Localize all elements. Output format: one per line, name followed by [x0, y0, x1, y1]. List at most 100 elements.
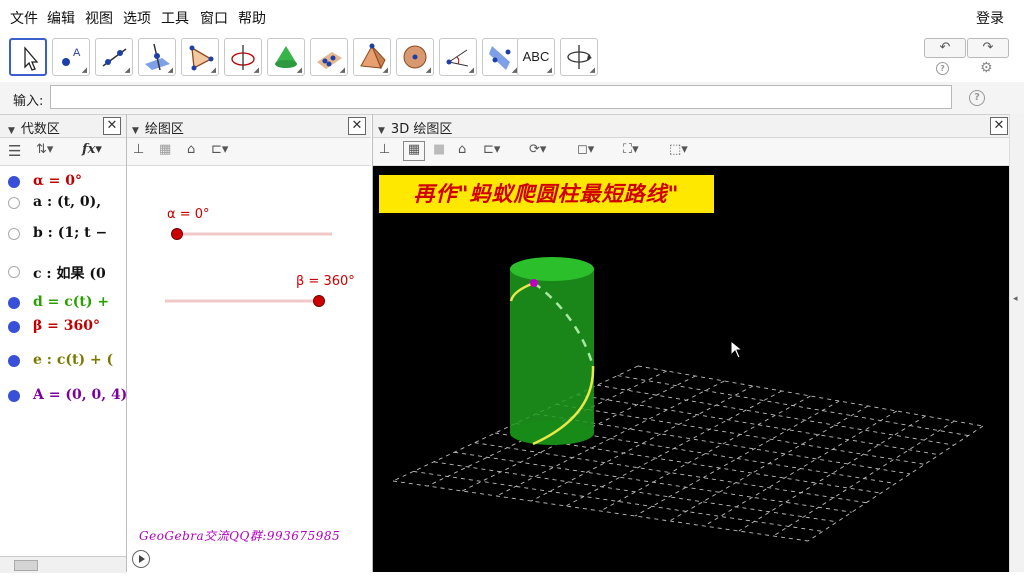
grid-line: [392, 480, 809, 542]
play-animation-button[interactable]: [132, 550, 150, 568]
watermark-text: GeoGebra交流QQ群:993675985: [139, 529, 341, 543]
collapse-triangle-icon[interactable]: ▼: [378, 126, 385, 136]
grid-toggle-icon[interactable]: ▦: [159, 142, 171, 162]
circle-axis-tool-button[interactable]: ◢: [224, 38, 262, 76]
plane-toggle-icon[interactable]: ■: [433, 142, 445, 162]
algebra-row-text: β = 360°: [33, 318, 100, 334]
command-input[interactable]: [50, 85, 952, 109]
cylinder-top: [510, 257, 594, 281]
plane-tool-button[interactable]: ◢: [310, 38, 348, 76]
toolbar-help-icon[interactable]: ?: [936, 62, 949, 75]
axes3d-toggle-icon[interactable]: ⊥: [379, 142, 390, 162]
visibility-toggle[interactable]: [8, 266, 20, 278]
angle-tool-button[interactable]: ◢: [439, 38, 477, 76]
close-icon: ✕: [106, 118, 118, 133]
home-view-icon[interactable]: ⌂: [187, 142, 195, 162]
visibility-toggle[interactable]: [8, 321, 20, 333]
graphics3d-close-button[interactable]: ✕: [990, 117, 1008, 135]
menu-window[interactable]: 窗口: [200, 8, 228, 28]
graphics3d-canvas[interactable]: [373, 166, 1009, 572]
graphics-panel-header: ▼ 绘图区 ✕: [127, 115, 371, 138]
menu-help[interactable]: 帮助: [238, 8, 266, 28]
clipping-icon[interactable]: ⛶▾: [623, 142, 639, 162]
visibility-toggle[interactable]: [8, 355, 20, 367]
algebra-panel-header: ▼ 代数区 ✕: [0, 115, 126, 138]
graphics-close-button[interactable]: ✕: [348, 117, 366, 135]
point-A[interactable]: [530, 279, 538, 287]
undo-button[interactable]: ↶: [924, 38, 966, 58]
view-direction-icon[interactable]: ◻▾: [577, 142, 594, 162]
algebra-row-text: A = (0, 0, 4): [33, 387, 126, 403]
perspective-sidebar[interactable]: ◂: [1009, 114, 1024, 572]
sort-icon[interactable]: ⇅▾: [36, 142, 53, 162]
algebra-row-text: e : c(t) + (: [33, 352, 114, 368]
algebra-row-text: b : (1; t −: [33, 225, 108, 241]
move-tool-button[interactable]: [9, 38, 47, 76]
graphics3d-panel-header: ▼ 3D 绘图区 ✕: [373, 115, 1009, 138]
visibility-toggle[interactable]: [8, 297, 20, 309]
mouse-cursor-icon: [730, 340, 744, 359]
algebra-view: α = 0° a : (t, 0), b : (1; t − c : 如果 (0 d =…: [0, 166, 126, 556]
graphics3d-panel-title: 3D 绘图区: [390, 122, 453, 137]
text-tool-button[interactable]: ABC ◢: [517, 38, 555, 76]
axes-toggle-icon[interactable]: ⊥: [133, 142, 144, 162]
projection-icon[interactable]: ⬚▾: [669, 142, 688, 162]
text-tool-label: ABC: [522, 49, 550, 64]
menu-edit[interactable]: 编辑: [47, 8, 75, 28]
grid3d-toggle-icon[interactable]: ▦: [403, 141, 425, 161]
menu-bar: 文件 编辑 视图 选项 工具 窗口 帮助 登录: [0, 0, 1024, 32]
input-help-icon[interactable]: ?: [969, 90, 985, 106]
visibility-toggle[interactable]: [8, 228, 20, 240]
menu-file[interactable]: 文件: [10, 8, 38, 28]
play-icon: [139, 555, 145, 563]
redo-icon: ↷: [982, 40, 994, 55]
xy-plane-grid: [392, 365, 984, 542]
scrollbar-thumb[interactable]: [14, 560, 38, 571]
slider-beta-handle[interactable]: [313, 295, 325, 307]
graphics-view[interactable]: α = 0° β = 360° GeoGebra交流QQ群:993675985: [127, 166, 371, 572]
point-tool-button[interactable]: A ◢: [52, 38, 90, 76]
graphics3d-view[interactable]: 再作"蚂蚁爬圆柱最短路线": [373, 166, 1009, 572]
close-icon: ✕: [351, 118, 363, 133]
collapse-triangle-icon[interactable]: ▼: [132, 126, 139, 136]
home-view-icon[interactable]: ⌂: [458, 142, 466, 162]
cylinder[interactable]: [510, 257, 594, 445]
collapse-triangle-icon[interactable]: ▼: [8, 126, 15, 136]
redo-button[interactable]: ↷: [967, 38, 1009, 58]
sphere-tool-button[interactable]: ◢: [396, 38, 434, 76]
polygon-tool-button[interactable]: ◢: [181, 38, 219, 76]
perpendicular-tool-button[interactable]: ◢: [138, 38, 176, 76]
graphics-canvas[interactable]: [127, 166, 371, 572]
input-bar: 输入: ?: [0, 82, 1024, 115]
graphics-style-bar: ⊥ ▦ ⌂ ⊏▾: [127, 138, 371, 166]
graphics-panel-title: 绘图区: [144, 122, 184, 137]
rotate-view-tool-button[interactable]: ◢: [560, 38, 598, 76]
menu-view[interactable]: 视图: [85, 8, 113, 28]
visibility-toggle[interactable]: [8, 176, 20, 188]
slider-alpha-handle[interactable]: [171, 228, 183, 240]
close-icon: ✕: [993, 118, 1005, 133]
reflect-tool-button[interactable]: ◢: [482, 38, 520, 76]
line-tool-button[interactable]: ◢: [95, 38, 133, 76]
visibility-toggle[interactable]: [8, 390, 20, 402]
description-mode-icon[interactable]: ☰: [8, 142, 21, 162]
sidebar-toggle-icon[interactable]: ◂: [1013, 294, 1018, 304]
cursor-arrow-icon: [24, 46, 39, 71]
menu-tools[interactable]: 工具: [161, 8, 189, 28]
algebra-horizontal-scrollbar[interactable]: [0, 556, 126, 573]
grid-line: [807, 425, 984, 542]
algebra-close-button[interactable]: ✕: [103, 117, 121, 135]
cone-tool-button[interactable]: ◢: [267, 38, 305, 76]
visibility-toggle[interactable]: [8, 197, 20, 209]
fx-icon[interactable]: fx▾: [82, 142, 102, 162]
algebra-row-text: α = 0°: [33, 173, 82, 189]
pyramid-tool-button[interactable]: ◢: [353, 38, 391, 76]
algebra-row-text: c : 如果 (0: [33, 266, 106, 282]
login-link[interactable]: 登录: [976, 8, 1004, 28]
rotate-animation-icon[interactable]: ⟳▾: [529, 142, 546, 162]
point-capture-icon[interactable]: ⊏▾: [211, 142, 228, 162]
menu-options[interactable]: 选项: [123, 8, 151, 28]
point-capture-icon[interactable]: ⊏▾: [483, 142, 500, 162]
settings-gear-icon[interactable]: ⚙: [980, 60, 993, 76]
grid-line: [474, 442, 867, 504]
